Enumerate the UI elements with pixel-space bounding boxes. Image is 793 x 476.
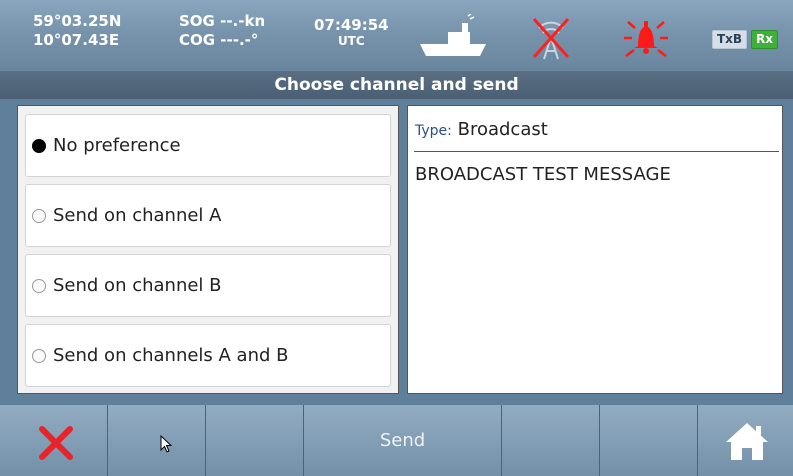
cancel-button[interactable] <box>0 405 108 476</box>
sog-value: SOG --.-kn <box>179 12 266 30</box>
cog-value: COG ---.-° <box>179 31 259 49</box>
option-label: Send on channel B <box>53 275 222 296</box>
ship-icon[interactable] <box>418 14 488 58</box>
message-text: BROADCAST TEST MESSAGE <box>415 164 671 185</box>
home-button[interactable] <box>698 405 793 476</box>
radio-icon[interactable] <box>32 348 46 363</box>
timezone-label: UTC <box>337 34 365 48</box>
bottom-button-bar: Send <box>0 405 793 476</box>
option-label: Send on channels A and B <box>53 345 289 366</box>
time-value: 07:49:54 <box>314 16 389 34</box>
radio-icon[interactable] <box>32 208 46 223</box>
send-label: Send <box>379 430 426 451</box>
sog-cog-readout: SOG --.-kn COG ---.-° <box>179 12 265 50</box>
soft-button-5[interactable] <box>502 405 600 476</box>
cancel-icon <box>39 426 73 460</box>
divider <box>414 151 779 152</box>
page-title: Choose channel and send <box>0 71 793 99</box>
status-bar: 59°03.25N 10°07.43E SOG --.-kn COG ---.-… <box>0 0 793 71</box>
mouse-pointer-icon <box>160 435 172 453</box>
clock: 07:49:54 UTC <box>314 16 389 49</box>
txb-badge: TxB <box>712 30 748 49</box>
soft-button-2[interactable] <box>108 405 206 476</box>
option-no-preference[interactable]: No preference <box>25 114 391 177</box>
home-icon <box>726 423 768 460</box>
message-preview-panel: Type: Broadcast BROADCAST TEST MESSAGE <box>407 105 783 394</box>
option-channels-a-and-b[interactable]: Send on channels A and B <box>25 324 391 387</box>
type-label: Type: <box>415 123 452 139</box>
option-channel-b[interactable]: Send on channel B <box>25 254 391 317</box>
radio-icon[interactable] <box>32 278 46 293</box>
latitude: 59°03.25N <box>33 12 122 30</box>
position-readout: 59°03.25N 10°07.43E <box>33 12 121 50</box>
antenna-disabled-icon[interactable] <box>530 15 572 61</box>
option-label: No preference <box>53 135 181 156</box>
soft-button-3[interactable] <box>206 405 304 476</box>
channel-options-panel: No preference Send on channel A Send on … <box>17 105 399 394</box>
rx-badge: Rx <box>751 30 778 49</box>
type-value: Broadcast <box>457 119 548 140</box>
option-channel-a[interactable]: Send on channel A <box>25 184 391 247</box>
radio-selected-icon[interactable] <box>32 138 46 153</box>
send-button[interactable]: Send <box>304 405 502 476</box>
alarm-bell-icon[interactable] <box>620 14 672 60</box>
message-type-row: Type: Broadcast <box>415 119 548 140</box>
soft-button-6[interactable] <box>600 405 698 476</box>
longitude: 10°07.43E <box>33 31 120 49</box>
option-label: Send on channel A <box>53 205 222 226</box>
